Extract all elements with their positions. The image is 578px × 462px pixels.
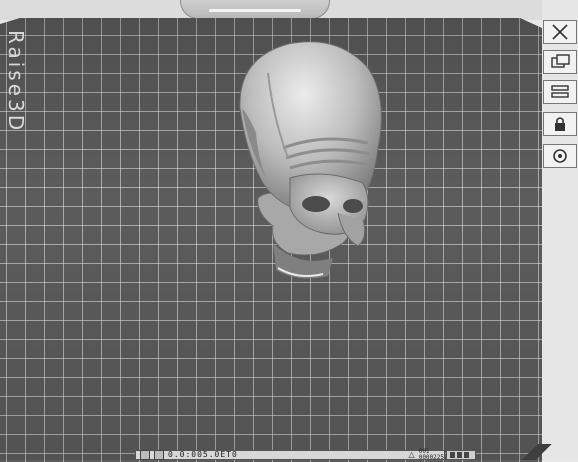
view-icon[interactable] [543, 50, 577, 74]
printer-top-handle [180, 0, 330, 19]
view-controls[interactable] [446, 450, 476, 460]
close-icon[interactable] [543, 20, 577, 44]
coordinates-readout: 0.0:005.0ET0 [168, 450, 238, 459]
frame-corner-decoration [500, 444, 578, 460]
warning-icon: △ [408, 450, 415, 459]
layers-icon[interactable] [543, 80, 577, 104]
grid-icon[interactable] [140, 450, 150, 460]
status-line-2: 0000225 [418, 454, 444, 461]
bottom-status-bar: 0.0:005.0ET0 △ 001 0000225 [135, 449, 445, 461]
snapshot-icon[interactable] [154, 450, 164, 460]
lock-icon[interactable] [543, 112, 577, 136]
status-counters: 001 0000225 [419, 449, 444, 461]
settings-icon[interactable] [543, 144, 577, 168]
3d-model-alien-head[interactable] [228, 38, 398, 283]
plate-brand-label: Raise3D [4, 30, 28, 134]
